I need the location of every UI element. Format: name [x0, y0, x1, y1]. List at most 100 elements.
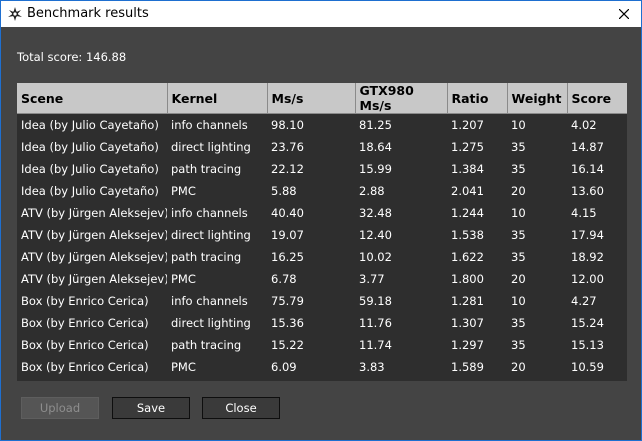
table-cell: 75.79 — [271, 294, 304, 308]
table-cell: 15.22 — [271, 338, 304, 352]
table-cell: 32.48 — [359, 206, 392, 220]
table-cell: path tracing — [171, 250, 242, 264]
table-row[interactable]: ATV (by Jürgen Aleksejev) direct lighting… — [17, 224, 627, 246]
table-cell: 3.77 — [359, 272, 385, 286]
benchmark-results-window: Benchmark results Total score: 146.88 Sc… — [0, 0, 642, 441]
window-close-button[interactable] — [607, 1, 641, 27]
table-cell: 3.83 — [359, 360, 385, 374]
table-cell: direct lighting — [171, 140, 251, 154]
column-header-score[interactable]: Score — [567, 83, 627, 114]
table-cell: Box (by Enrico Cerica) — [21, 338, 149, 352]
table-row[interactable]: ATV (by Jürgen Aleksejev) info channels 40… — [17, 202, 627, 224]
title-bar: Benchmark results — [1, 1, 641, 27]
table-cell: 1.589 — [451, 360, 484, 374]
table-cell: 81.25 — [359, 118, 392, 132]
table-cell: 18.64 — [359, 140, 392, 154]
table-cell: 1.244 — [451, 206, 484, 220]
table-cell: 14.87 — [571, 140, 604, 154]
table-cell: 1.538 — [451, 228, 484, 242]
table-cell: 1.297 — [451, 338, 484, 352]
table-cell: Idea (by Julio Cayetaño) — [21, 118, 159, 132]
table-cell: 10.02 — [359, 250, 392, 264]
table-cell: 35 — [511, 140, 526, 154]
table-cell: Box (by Enrico Cerica) — [21, 294, 149, 308]
table-cell: 10.59 — [571, 360, 604, 374]
close-button[interactable]: Close — [202, 397, 280, 419]
table-cell: Box (by Enrico Cerica) — [21, 316, 149, 330]
table-cell: 15.99 — [359, 162, 392, 176]
table-cell: 35 — [511, 228, 526, 242]
table-cell: PMC — [171, 360, 196, 374]
table-cell: path tracing — [171, 162, 242, 176]
column-header-weight[interactable]: Weight — [507, 83, 568, 114]
table-cell: path tracing — [171, 338, 242, 352]
table-cell: 6.09 — [271, 360, 297, 374]
octane-logo-icon — [7, 6, 23, 22]
table-cell: 1.384 — [451, 162, 484, 176]
column-header-ratio[interactable]: Ratio — [447, 83, 508, 114]
total-score: Total score: 146.88 — [17, 50, 127, 64]
table-row[interactable]: Idea (by Julio Cayetaño) direct lighting 2… — [17, 136, 627, 158]
table-cell: direct lighting — [171, 316, 251, 330]
table-cell: 16.25 — [271, 250, 304, 264]
table-row[interactable]: ATV (by Jürgen Aleksejev) PMC 6.78 3.77 1.80… — [17, 268, 627, 290]
table-row[interactable]: Box (by Enrico Cerica) PMC 6.09 3.83 1.589 20… — [17, 356, 627, 378]
table-cell: 16.14 — [571, 162, 604, 176]
table-row[interactable]: Box (by Enrico Cerica) info channels 75.79… — [17, 290, 627, 312]
table-cell: 15.36 — [271, 316, 304, 330]
results-table: Scene Kernel Ms/s GTX980 Ms/s Ratio Weig… — [17, 83, 627, 378]
table-cell: 1.307 — [451, 316, 484, 330]
table-row[interactable]: Idea (by Julio Cayetaño) path tracing 22.1… — [17, 158, 627, 180]
table-cell: 18.92 — [571, 250, 604, 264]
table-cell: info channels — [171, 206, 248, 220]
table-body: Idea (by Julio Cayetaño) info channels 98.… — [17, 114, 627, 379]
table-cell: 59.18 — [359, 294, 392, 308]
table-cell: Idea (by Julio Cayetaño) — [21, 140, 159, 154]
table-row[interactable]: ATV (by Jürgen Aleksejev) path tracing 16.… — [17, 246, 627, 268]
table-cell: 20 — [511, 184, 526, 198]
table-cell: ATV (by Jürgen Aleksejev) — [21, 228, 167, 242]
table-cell: 13.60 — [571, 184, 604, 198]
table-cell: 35 — [511, 162, 526, 176]
table-cell: PMC — [171, 272, 196, 286]
table-cell: info channels — [171, 294, 248, 308]
table-cell: 15.24 — [571, 316, 604, 330]
upload-button[interactable]: Upload — [21, 397, 99, 419]
table-cell: ATV (by Jürgen Aleksejev) — [21, 250, 167, 264]
table-cell: 12.00 — [571, 272, 604, 286]
table-cell: 20 — [511, 272, 526, 286]
table-cell: Idea (by Julio Cayetaño) — [21, 162, 159, 176]
table-cell: 40.40 — [271, 206, 304, 220]
column-header-kernel[interactable]: Kernel — [167, 83, 268, 114]
table-cell: 5.88 — [271, 184, 297, 198]
table-row[interactable]: Box (by Enrico Cerica) direct lighting 15.… — [17, 312, 627, 334]
table-cell: 4.02 — [571, 118, 597, 132]
column-header-scene[interactable]: Scene — [17, 83, 168, 114]
table-cell: 10 — [511, 206, 526, 220]
table-cell: 11.74 — [359, 338, 392, 352]
table-cell: 1.622 — [451, 250, 484, 264]
table-cell: 10 — [511, 118, 526, 132]
save-button[interactable]: Save — [112, 397, 190, 419]
table-cell: 10 — [511, 294, 526, 308]
table-row[interactable]: Idea (by Julio Cayetaño) PMC 5.88 2.88 2.041… — [17, 180, 627, 202]
table-cell: 19.07 — [271, 228, 304, 242]
table-cell: 98.10 — [271, 118, 304, 132]
table-cell: 4.15 — [571, 206, 597, 220]
table-cell: info channels — [171, 118, 248, 132]
table-cell: 15.13 — [571, 338, 604, 352]
results-table-container: Scene Kernel Ms/s GTX980 Ms/s Ratio Weig… — [17, 83, 627, 381]
column-header-ms-s[interactable]: Ms/s — [267, 83, 356, 114]
table-cell: 4.27 — [571, 294, 597, 308]
table-cell: 2.88 — [359, 184, 385, 198]
table-row[interactable]: Box (by Enrico Cerica) path tracing 15.22 1… — [17, 334, 627, 356]
table-header-row: Scene Kernel Ms/s GTX980 Ms/s Ratio Weig… — [17, 83, 627, 114]
table-cell: direct lighting — [171, 228, 251, 242]
column-header-gtx980[interactable]: GTX980 Ms/s — [355, 83, 448, 114]
table-cell: 35 — [511, 316, 526, 330]
table-row[interactable]: Idea (by Julio Cayetaño) info channels 98.… — [17, 114, 627, 137]
table-cell: ATV (by Jürgen Aleksejev) — [21, 206, 167, 220]
window-title: Benchmark results — [27, 6, 149, 21]
close-icon — [619, 9, 629, 19]
table-cell: 1.275 — [451, 140, 484, 154]
